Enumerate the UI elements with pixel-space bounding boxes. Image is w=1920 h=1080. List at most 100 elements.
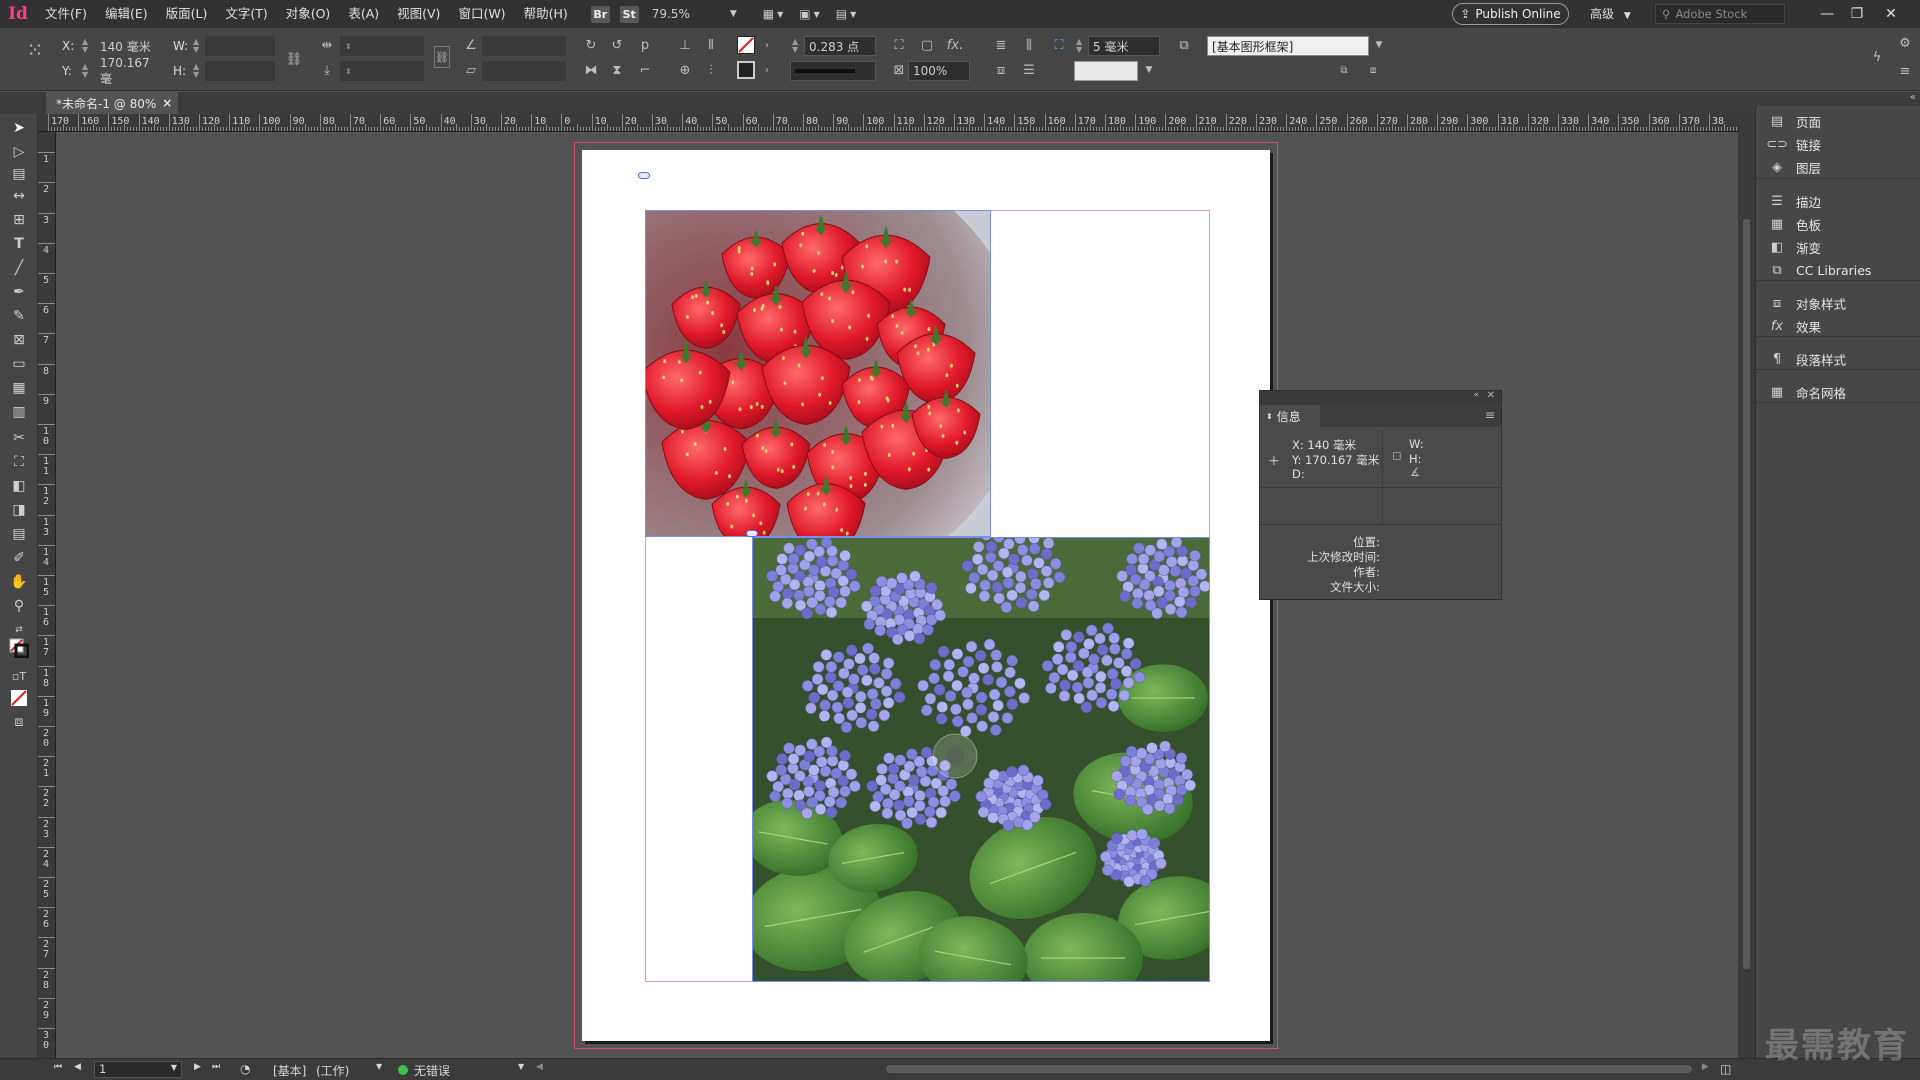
- fx-icon[interactable]: fx.: [946, 36, 964, 54]
- wrap-text-icon[interactable]: ≣: [992, 36, 1010, 54]
- fill-stroke-icon[interactable]: [9, 638, 29, 658]
- scale-y-field[interactable]: ⬍: [340, 61, 424, 81]
- direct-selection-tool-icon[interactable]: ▷: [9, 142, 29, 162]
- rotate-angle-field[interactable]: [482, 36, 566, 56]
- align-center-icon[interactable]: ⊕: [676, 61, 694, 79]
- preflight-menu-icon[interactable]: ◔: [240, 1062, 250, 1076]
- publish-online-button[interactable]: ⇪ Publish Online: [1452, 3, 1569, 25]
- hand-tool-icon[interactable]: ✋: [9, 572, 29, 592]
- gap-field[interactable]: 5 毫米: [1088, 36, 1160, 56]
- grid-tool-icon[interactable]: ▥: [9, 402, 29, 422]
- text-wrap-around-icon[interactable]: ⧈: [992, 61, 1010, 79]
- content-fitting-icon[interactable]: ▢: [918, 36, 936, 54]
- w-stepper[interactable]: ▲ ▼: [193, 38, 199, 54]
- stroke-type-select[interactable]: [790, 61, 876, 81]
- menu-item[interactable]: 文件(F): [36, 0, 96, 28]
- stroke-swatch[interactable]: [737, 61, 755, 79]
- lightning-icon[interactable]: ϟ: [1868, 48, 1886, 66]
- clear-overrides-icon[interactable]: ⧉: [1335, 61, 1353, 79]
- free-transform-tool-icon[interactable]: ⛶: [9, 452, 29, 472]
- pencil-tool-icon[interactable]: ✎: [9, 306, 29, 326]
- split-window-icon[interactable]: ◫: [1720, 1062, 1731, 1076]
- close-window-button[interactable]: ✕: [1876, 0, 1906, 28]
- chevron-down-icon[interactable]: ▼: [1140, 61, 1158, 79]
- close-icon[interactable]: ✕: [1487, 390, 1495, 401]
- distribute-spacing-icon[interactable]: ⫶: [702, 61, 720, 79]
- hydrangea-image-frame[interactable]: [752, 537, 1210, 982]
- view-options-button[interactable]: ▦ ▼: [763, 7, 784, 21]
- vertical-ruler[interactable]: 0 1 2 3 4 5 6 7 8 9 1 0 1 1 1 2 1 3 1 4 1 5 1 6 1 7 1 8 1 9…: [38, 132, 56, 1058]
- workspace-select[interactable]: 高级 ▼: [1590, 0, 1631, 28]
- menu-item[interactable]: 表(A): [339, 0, 388, 28]
- gradient-swatch-tool-icon[interactable]: ◧: [9, 476, 29, 496]
- chevron-down-icon[interactable]: ▼: [1370, 36, 1388, 54]
- strawberry-image-frame[interactable]: [645, 210, 991, 537]
- rectangle-tool-icon[interactable]: ▭: [9, 354, 29, 374]
- auto-fit-icon[interactable]: ⛶: [1050, 36, 1068, 54]
- restore-button[interactable]: ❐: [1842, 0, 1872, 28]
- link-badge-icon[interactable]: [746, 530, 758, 537]
- info-tab[interactable]: ⬍ 信息: [1260, 405, 1320, 427]
- object-style-select[interactable]: [基本图形框架]: [1207, 36, 1369, 56]
- zoom-select[interactable]: 79.5% ▼: [652, 7, 737, 21]
- collapse-icon[interactable]: «: [1473, 390, 1479, 400]
- gradient-feather-tool-icon[interactable]: ◨: [9, 500, 29, 520]
- scroll-right-icon[interactable]: ▶: [1702, 1062, 1709, 1072]
- apply-none-icon[interactable]: [9, 688, 29, 708]
- link-scale-icon[interactable]: ⛓: [434, 46, 450, 68]
- chevron-down-icon[interactable]: ▼: [518, 1062, 524, 1071]
- pen-tool-icon[interactable]: ✒: [9, 282, 29, 302]
- rotate-ccw-icon[interactable]: ↺: [608, 36, 626, 54]
- adobe-stock-search[interactable]: ⚲ Adobe Stock: [1655, 4, 1785, 24]
- screen-mode-icon[interactable]: ⧈: [9, 712, 29, 732]
- menu-item[interactable]: 帮助(H): [515, 0, 577, 28]
- x-field[interactable]: 140 毫米: [96, 36, 164, 56]
- close-tab-icon[interactable]: ×: [162, 96, 172, 110]
- horizontal-scrollbar-thumb[interactable]: [886, 1065, 1692, 1073]
- menu-item[interactable]: 编辑(E): [96, 0, 157, 28]
- stroke-color-field[interactable]: [1074, 61, 1138, 81]
- constrain-proportions-icon[interactable]: ⛓: [285, 50, 303, 68]
- selection-tool-icon[interactable]: ➤: [9, 118, 29, 138]
- x-stepper[interactable]: ▲ ▼: [82, 38, 88, 54]
- default-colors-icon[interactable]: ⇄: [9, 620, 29, 640]
- expand-dock-icon[interactable]: «: [1910, 92, 1916, 103]
- reference-point-icon[interactable]: ⁙: [26, 38, 44, 62]
- menu-item[interactable]: 对象(O): [277, 0, 340, 28]
- line-tool-icon[interactable]: ╱: [9, 258, 29, 278]
- gear-icon[interactable]: ⚙: [1896, 34, 1914, 52]
- info-panel-header[interactable]: « ✕: [1260, 390, 1501, 405]
- text-wrap-top-icon[interactable]: ☰: [1020, 61, 1038, 79]
- zoom-tool-icon[interactable]: ⚲: [9, 596, 29, 616]
- stroke-weight-stepper[interactable]: ▲ ▼: [792, 38, 798, 54]
- next-page-icon[interactable]: ▶: [194, 1062, 201, 1072]
- distribute-icon[interactable]: ⫴: [702, 36, 720, 54]
- page-tool-icon[interactable]: ▤: [9, 164, 29, 184]
- select-previous-icon[interactable]: ⊥: [676, 36, 694, 54]
- fill-swatch[interactable]: [737, 36, 755, 54]
- last-page-icon[interactable]: ⏭: [212, 1062, 220, 1072]
- first-page-icon[interactable]: ⏮: [54, 1062, 62, 1072]
- stroke-weight-field[interactable]: 0.283 点: [804, 36, 876, 56]
- frame-fitting-icon[interactable]: ⛶: [890, 36, 908, 54]
- type-tool-icon[interactable]: T: [9, 234, 29, 254]
- arrange-documents-button[interactable]: ▤ ▼: [836, 7, 857, 21]
- menu-item[interactable]: 版面(L): [157, 0, 217, 28]
- scale-x-field[interactable]: ⬍: [340, 36, 424, 56]
- chevron-down-icon[interactable]: ▼: [376, 1062, 382, 1071]
- minimize-button[interactable]: —: [1812, 0, 1842, 28]
- screen-mode-button[interactable]: ▣ ▼: [799, 7, 820, 21]
- link-badge-icon[interactable]: [638, 172, 650, 179]
- prev-page-icon[interactable]: ◀: [74, 1062, 81, 1072]
- stock-button[interactable]: St: [619, 5, 639, 23]
- horizontal-ruler[interactable]: 170 160 150 140 130 120 110 100 90 80 70 60 50 40 30 20…: [38, 114, 1738, 132]
- bridge-button[interactable]: Br: [590, 5, 610, 23]
- rotate-cw-icon[interactable]: ↻: [582, 36, 600, 54]
- rectangle-frame-tool-icon[interactable]: ⊠: [9, 330, 29, 350]
- h-field[interactable]: [205, 61, 275, 81]
- fill-menu-icon[interactable]: ›: [758, 36, 776, 54]
- w-field[interactable]: [205, 36, 275, 56]
- flip-horizontal-icon[interactable]: ⧓: [582, 61, 600, 79]
- select-content-icon[interactable]: p: [636, 36, 654, 54]
- flip-vertical-icon[interactable]: ⧗: [608, 61, 626, 79]
